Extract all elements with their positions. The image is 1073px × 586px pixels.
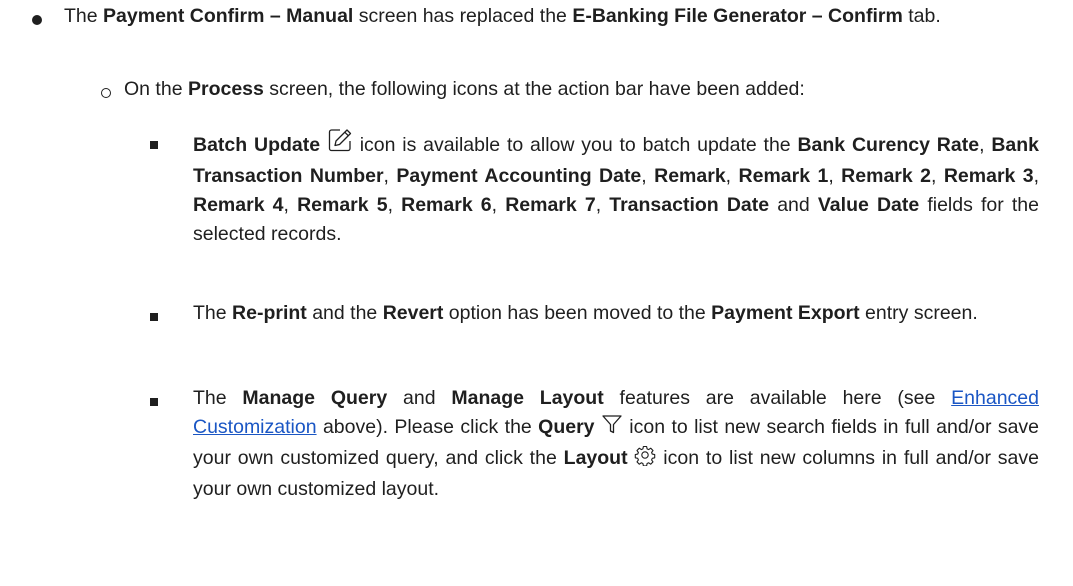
- field-payment-accounting-date: Payment Accounting Date: [396, 165, 642, 187]
- text: and: [769, 194, 818, 216]
- text: ,: [725, 165, 739, 187]
- term-query: Query: [538, 416, 595, 438]
- text: entry screen.: [859, 302, 978, 324]
- text: ,: [595, 194, 610, 216]
- field-remark-3: Remark 3: [943, 165, 1034, 187]
- edit-pencil-icon: [327, 127, 353, 162]
- term-manage-query: Manage Query: [242, 387, 388, 409]
- text: On the: [124, 78, 188, 100]
- item-reprint-revert: The Re-print and the Revert option has b…: [193, 299, 1039, 328]
- field-transaction-date: Transaction Date: [609, 194, 770, 216]
- text: screen, the following icons at the actio…: [263, 78, 805, 100]
- bullet-ring-marker: [101, 88, 111, 98]
- term-manage-layout: Manage Layout: [451, 387, 604, 409]
- text: screen has replaced the: [353, 5, 573, 27]
- gear-icon: [634, 444, 656, 475]
- bullet-square-marker: [150, 398, 158, 406]
- text: ,: [1033, 165, 1040, 187]
- text: ,: [283, 194, 298, 216]
- term-ebanking-file-generator-confirm: E-Banking File Generator – Confirm: [572, 5, 903, 27]
- text: ,: [930, 165, 944, 187]
- text: ,: [828, 165, 842, 187]
- bullet-disc-marker: [32, 15, 42, 25]
- text: features are available here (see: [603, 387, 952, 409]
- field-remark-5: Remark 5: [297, 194, 388, 216]
- text: ,: [641, 165, 655, 187]
- text: The: [193, 302, 233, 324]
- field-remark-1: Remark 1: [738, 165, 829, 187]
- field-bank-curency-rate: Bank Curency Rate: [797, 134, 980, 156]
- item-manage-query-layout: The Manage Query and Manage Layout featu…: [193, 384, 1039, 504]
- text: The: [193, 387, 243, 409]
- text: and the: [306, 302, 383, 324]
- field-remark: Remark: [654, 165, 726, 187]
- bullet-square-marker: [150, 313, 158, 321]
- bullet-square-marker: [150, 141, 158, 149]
- term-reprint: Re-print: [232, 302, 307, 324]
- item-batch-update: Batch Update icon is available to allow …: [193, 127, 1039, 249]
- term-layout: Layout: [563, 447, 628, 469]
- field-remark-4: Remark 4: [193, 194, 284, 216]
- field-remark-6: Remark 6: [401, 194, 492, 216]
- field-remark-2: Remark 2: [841, 165, 931, 187]
- field-remark-7: Remark 7: [505, 194, 596, 216]
- bullet-paragraph-screen-replaced: The Payment Confirm – Manual screen has …: [64, 2, 1039, 31]
- filter-funnel-icon: [601, 413, 623, 444]
- text: The: [64, 5, 104, 27]
- term-payment-confirm-manual: Payment Confirm – Manual: [103, 5, 354, 27]
- text: ,: [979, 134, 992, 156]
- text: above). Please click the: [316, 416, 539, 438]
- text: icon is available to allow you to batch …: [352, 134, 798, 156]
- term-batch-update: Batch Update: [193, 134, 321, 156]
- text: option has been moved to the: [443, 302, 712, 324]
- subbullet-paragraph-process-screen: On the Process screen, the following ico…: [124, 75, 1039, 104]
- text: and: [387, 387, 452, 409]
- text: ,: [387, 194, 402, 216]
- field-value-date: Value Date: [817, 194, 920, 216]
- term-payment-export: Payment Export: [711, 302, 860, 324]
- text: ,: [491, 194, 506, 216]
- term-revert: Revert: [382, 302, 444, 324]
- text: tab.: [902, 5, 941, 27]
- term-process: Process: [187, 78, 264, 100]
- text: ,: [383, 165, 397, 187]
